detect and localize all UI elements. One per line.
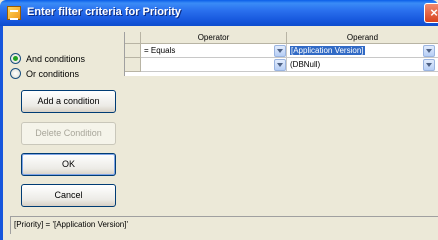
- row-selector[interactable]: [125, 44, 141, 58]
- add-condition-button[interactable]: Add a condition: [21, 90, 116, 113]
- row-selector[interactable]: [125, 58, 141, 72]
- and-conditions-radio[interactable]: [10, 53, 21, 64]
- or-conditions-option[interactable]: Or conditions: [10, 68, 79, 79]
- and-conditions-option[interactable]: And conditions: [10, 53, 85, 64]
- operand-cell[interactable]: [Application Version]: [287, 44, 438, 58]
- operator-cell[interactable]: = Equals: [141, 44, 287, 58]
- filter-window-icon: [7, 6, 21, 20]
- window-frame-left: [0, 26, 3, 240]
- filter-expression: [Priority] = '[Application Version]': [10, 216, 438, 234]
- conditions-grid: Operator Operand = Equals [Application V…: [124, 32, 438, 76]
- operand-column-header[interactable]: Operand: [287, 32, 438, 44]
- or-conditions-radio[interactable]: [10, 68, 21, 79]
- title-bar[interactable]: Enter filter criteria for Priority ×: [0, 0, 438, 26]
- operand-cell[interactable]: (DBNull): [287, 58, 438, 72]
- grid-corner: [125, 32, 141, 44]
- operand-value: (DBNull): [290, 60, 321, 69]
- and-conditions-label: And conditions: [26, 53, 86, 64]
- ok-button[interactable]: OK: [21, 153, 116, 176]
- filter-criteria-dialog: Enter filter criteria for Priority × And…: [0, 0, 438, 240]
- delete-condition-button[interactable]: Delete Condition: [21, 122, 116, 145]
- chevron-down-icon[interactable]: [274, 45, 286, 57]
- chevron-down-icon[interactable]: [423, 45, 435, 57]
- close-icon[interactable]: ×: [424, 3, 438, 23]
- operator-value: = Equals: [144, 46, 176, 55]
- chevron-down-icon[interactable]: [274, 59, 286, 71]
- chevron-down-icon[interactable]: [423, 59, 435, 71]
- operand-value: [Application Version]: [290, 46, 365, 55]
- window-title: Enter filter criteria for Priority: [27, 6, 182, 18]
- operator-column-header[interactable]: Operator: [141, 32, 287, 44]
- cancel-button[interactable]: Cancel: [21, 184, 116, 207]
- or-conditions-label: Or conditions: [26, 68, 80, 79]
- operator-cell[interactable]: [141, 58, 287, 72]
